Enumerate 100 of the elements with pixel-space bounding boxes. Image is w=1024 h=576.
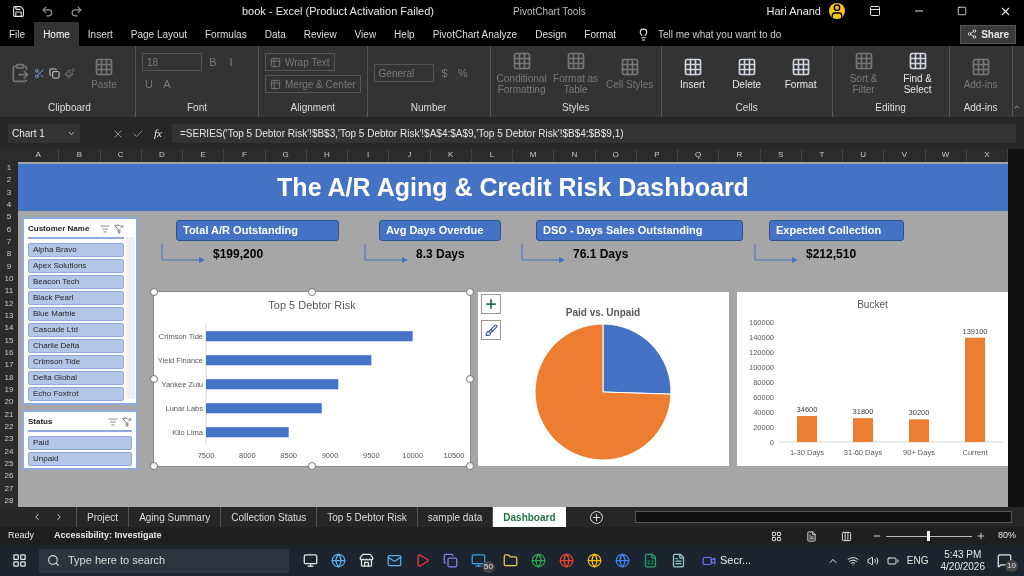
- ribbon-tab[interactable]: Insert: [78, 22, 122, 46]
- ribbon-tab[interactable]: PivotChart Analyze: [423, 22, 527, 46]
- slicer-item[interactable]: Alpha Bravo: [28, 243, 124, 257]
- row-header[interactable]: 25: [0, 457, 18, 471]
- column-header[interactable]: M: [513, 149, 555, 162]
- row-header[interactable]: 10: [0, 272, 18, 286]
- column-header[interactable]: J: [389, 149, 431, 162]
- ribbon-tab[interactable]: Review: [294, 22, 346, 46]
- slicer-item[interactable]: Delta Global: [28, 371, 124, 385]
- vertical-scrollbar[interactable]: [1008, 162, 1024, 507]
- globe-icon[interactable]: [559, 553, 574, 568]
- formula-field[interactable]: =SERIES('Top 5 Debtor Risk'!$B$3,'Top 5 Debtor Risk'!$A$4:$A$9,'Top 5 Debtor Risk'!$B$4:$B$9,1): [171, 124, 1016, 143]
- row-header[interactable]: 3: [0, 186, 18, 199]
- row-header[interactable]: 11: [0, 285, 18, 298]
- ribbon-button[interactable]: Format: [775, 56, 826, 90]
- column-header[interactable]: F: [224, 149, 266, 162]
- slicer-item[interactable]: Beacon Tech: [28, 275, 124, 289]
- speaker-icon[interactable]: [866, 554, 879, 567]
- share-button[interactable]: Share: [960, 24, 1016, 44]
- document-icon[interactable]: [671, 553, 686, 568]
- clear-filter-icon[interactable]: [122, 417, 132, 427]
- folder-icon[interactable]: [503, 553, 518, 568]
- column-header[interactable]: B: [59, 149, 101, 162]
- ribbon-tab[interactable]: File: [0, 22, 35, 46]
- row-header[interactable]: 5: [0, 211, 18, 224]
- row-header[interactable]: 28: [0, 494, 18, 508]
- ribbon-button[interactable]: Delete: [721, 56, 772, 90]
- clock-time[interactable]: 5:43 PM: [944, 548, 982, 561]
- chart-elements-button[interactable]: [481, 294, 501, 314]
- globe-icon[interactable]: [587, 553, 602, 568]
- ribbon-button[interactable]: Find & Select: [892, 51, 943, 95]
- chart-styles-button[interactable]: [481, 320, 501, 340]
- insert-function-button[interactable]: fx: [152, 125, 164, 142]
- restore-icon[interactable]: [957, 6, 967, 16]
- resize-handle[interactable]: [466, 375, 474, 383]
- horizontal-scrollbar[interactable]: [634, 511, 1012, 523]
- row-header[interactable]: 16: [0, 346, 18, 360]
- globe-icon[interactable]: [331, 553, 346, 568]
- column-header[interactable]: E: [183, 149, 225, 162]
- column-header[interactable]: Q: [678, 149, 720, 162]
- column-header[interactable]: O: [595, 149, 637, 162]
- taskbar-search-field[interactable]: Type here to search: [39, 548, 289, 573]
- row-header[interactable]: 24: [0, 445, 18, 458]
- row-header[interactable]: 21: [0, 408, 18, 421]
- mail-icon[interactable]: [387, 553, 402, 568]
- clock-date[interactable]: 4/20/2026: [940, 560, 985, 573]
- task-view-icon[interactable]: [303, 553, 318, 568]
- sheet-tab[interactable]: Dashboard: [492, 507, 566, 527]
- ribbon-tab[interactable]: Formulas: [196, 22, 256, 46]
- slicer-item[interactable]: Cascade Ltd: [28, 323, 124, 337]
- redo-icon[interactable]: [70, 4, 83, 18]
- scroll-right-icon[interactable]: [54, 512, 64, 522]
- resize-handle[interactable]: [466, 462, 474, 470]
- zoom-level[interactable]: 80%: [998, 529, 1016, 543]
- globe-icon[interactable]: [531, 553, 546, 568]
- ribbon-tab[interactable]: Format: [575, 22, 625, 46]
- store-icon[interactable]: [359, 553, 374, 568]
- column-header[interactable]: R: [719, 149, 761, 162]
- spreadsheet-icon[interactable]: [643, 553, 658, 568]
- copy-icon[interactable]: [49, 67, 60, 79]
- undo-icon[interactable]: [41, 4, 54, 18]
- slicer-item[interactable]: Echo Foxtrot: [28, 387, 124, 401]
- slicer-item[interactable]: Crimson Tide: [28, 355, 124, 369]
- ribbon-tab[interactable]: Help: [385, 22, 424, 46]
- taskbar-app-button[interactable]: Secr...: [702, 552, 752, 569]
- slicer-item[interactable]: Paid: [28, 436, 132, 450]
- battery-icon[interactable]: [886, 554, 899, 567]
- column-header[interactable]: I: [348, 149, 390, 162]
- slicer-item[interactable]: Unpaid: [28, 452, 132, 466]
- ribbon-tab[interactable]: Design: [526, 22, 576, 46]
- clear-filter-icon[interactable]: [114, 224, 124, 234]
- start-icon[interactable]: [12, 553, 27, 568]
- ribbon-tab[interactable]: Data: [255, 22, 295, 46]
- column-header[interactable]: K: [430, 149, 472, 162]
- resize-handle[interactable]: [308, 288, 316, 296]
- column-header[interactable]: A: [18, 149, 60, 162]
- row-header[interactable]: 22: [0, 420, 18, 434]
- row-header[interactable]: 9: [0, 260, 18, 273]
- resize-handle[interactable]: [150, 462, 158, 470]
- user-avatar-icon[interactable]: [829, 3, 845, 19]
- column-header[interactable]: D: [141, 149, 183, 162]
- globe-icon[interactable]: [615, 553, 630, 568]
- scrollbar[interactable]: [126, 237, 135, 399]
- ribbon-button[interactable]: Insert: [667, 56, 718, 90]
- column-header[interactable]: V: [884, 149, 926, 162]
- column-header[interactable]: S: [760, 149, 802, 162]
- slicer-item[interactable]: Blue Marble: [28, 307, 124, 321]
- slicer-item[interactable]: Apex Solutions: [28, 259, 124, 273]
- accessibility-status[interactable]: Accessibility: Investigate: [54, 529, 162, 543]
- ribbon-display-icon[interactable]: [869, 5, 881, 17]
- cut-icon[interactable]: [34, 67, 45, 79]
- column-header[interactable]: W: [925, 149, 967, 162]
- row-header[interactable]: 23: [0, 433, 18, 446]
- row-header[interactable]: 18: [0, 371, 18, 384]
- row-header[interactable]: 19: [0, 383, 18, 397]
- tell-me-field[interactable]: Tell me what you want to do: [658, 26, 782, 42]
- row-header[interactable]: 20: [0, 396, 18, 409]
- name-box[interactable]: Chart 1: [8, 124, 80, 143]
- resize-handle[interactable]: [308, 462, 316, 470]
- slicer-item[interactable]: Charlie Delta: [28, 339, 124, 353]
